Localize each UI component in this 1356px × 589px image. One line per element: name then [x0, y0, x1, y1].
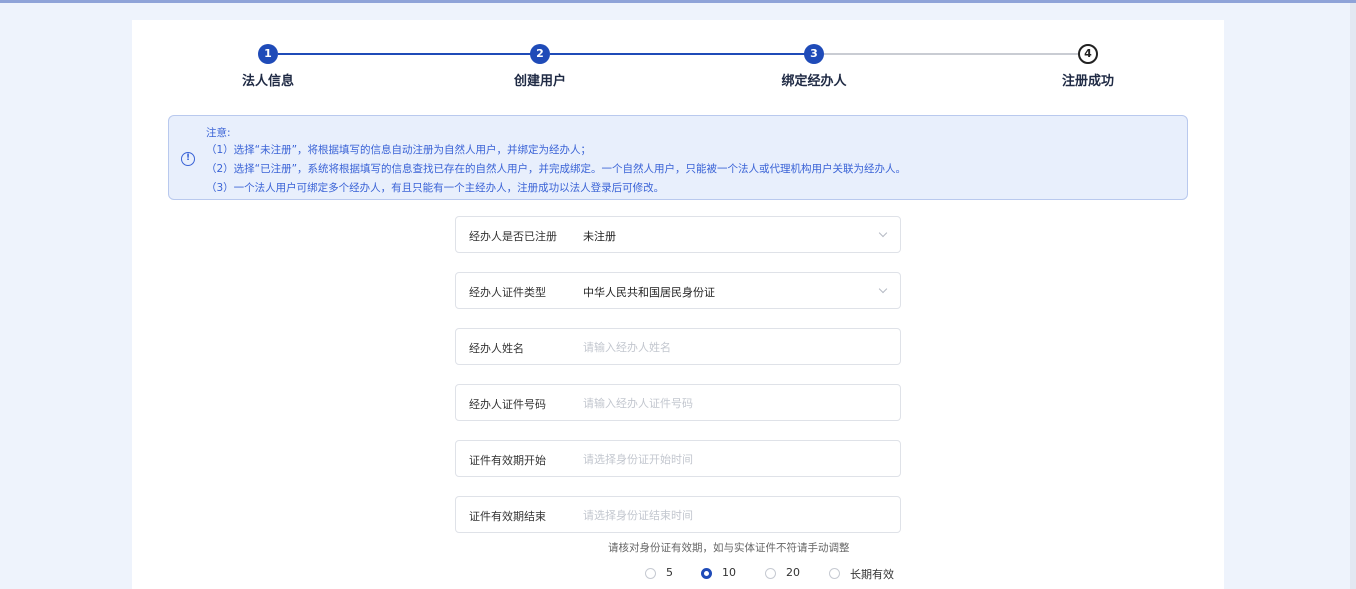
- registration-stepper: 1 2 3 4 法人信息 创建用户 绑定经办人 注册成功: [0, 0, 1356, 100]
- step-3-circle[interactable]: 3: [804, 44, 824, 64]
- valid-start-input[interactable]: [583, 450, 883, 468]
- step-4-label: 注册成功: [1061, 74, 1114, 89]
- name-input[interactable]: [583, 338, 883, 356]
- step-3-label: 绑定经办人: [781, 74, 847, 89]
- radio-label: 10: [722, 566, 736, 579]
- radio-label: 20: [786, 566, 800, 579]
- step-connector-1: [278, 53, 532, 55]
- notice-title: 注意:: [206, 127, 231, 139]
- valid-start-label: 证件有效期开始: [469, 454, 546, 467]
- chevron-down-icon: [878, 228, 888, 238]
- name-field[interactable]: 经办人姓名: [455, 328, 901, 365]
- notice-line-2: （2）选择“已注册”，系统将根据填写的信息查找已存在的自然人用户，并完成绑定。一…: [206, 163, 907, 175]
- registered-value: 未注册: [583, 230, 616, 243]
- radio-button[interactable]: [645, 568, 656, 579]
- info-icon: !: [181, 152, 195, 166]
- step-2-circle[interactable]: 2: [530, 44, 550, 64]
- id-number-field[interactable]: 经办人证件号码: [455, 384, 901, 421]
- registered-select[interactable]: 经办人是否已注册 未注册: [455, 216, 901, 253]
- radio-button-checked[interactable]: [701, 568, 712, 579]
- id-type-value: 中华人民共和国居民身份证: [583, 286, 715, 299]
- id-type-select[interactable]: 经办人证件类型 中华人民共和国居民身份证: [455, 272, 901, 309]
- id-number-label: 经办人证件号码: [469, 398, 546, 411]
- validity-hint: 请核对身份证有效期，如与实体证件不符请手动调整: [608, 542, 850, 554]
- radio-button[interactable]: [829, 568, 840, 579]
- step-connector-3: [824, 53, 1078, 55]
- step-4-circle[interactable]: 4: [1078, 44, 1098, 64]
- radio-label: 长期有效: [850, 568, 894, 581]
- valid-end-field[interactable]: 证件有效期结束: [455, 496, 901, 533]
- name-label: 经办人姓名: [469, 342, 524, 355]
- step-1-circle[interactable]: 1: [258, 44, 278, 64]
- id-number-input[interactable]: [583, 394, 883, 412]
- id-type-label: 经办人证件类型: [469, 286, 546, 299]
- step-connector-2: [550, 53, 806, 55]
- registered-label: 经办人是否已注册: [469, 230, 557, 243]
- radio-label: 5: [666, 566, 673, 579]
- valid-start-field[interactable]: 证件有效期开始: [455, 440, 901, 477]
- notice-box: ! 注意: （1）选择“未注册”，将根据填写的信息自动注册为自然人用户，并绑定为…: [168, 115, 1188, 200]
- step-2-label: 创建用户: [513, 74, 566, 89]
- step-1-label: 法人信息: [241, 74, 294, 89]
- chevron-down-icon: [878, 284, 888, 294]
- notice-line-3: （3）一个法人用户可绑定多个经办人，有且只能有一个主经办人，注册成功以法人登录后…: [206, 182, 665, 194]
- valid-end-label: 证件有效期结束: [469, 510, 546, 523]
- radio-button[interactable]: [765, 568, 776, 579]
- notice-line-1: （1）选择“未注册”，将根据填写的信息自动注册为自然人用户，并绑定为经办人；: [206, 144, 592, 156]
- valid-end-input[interactable]: [583, 506, 883, 524]
